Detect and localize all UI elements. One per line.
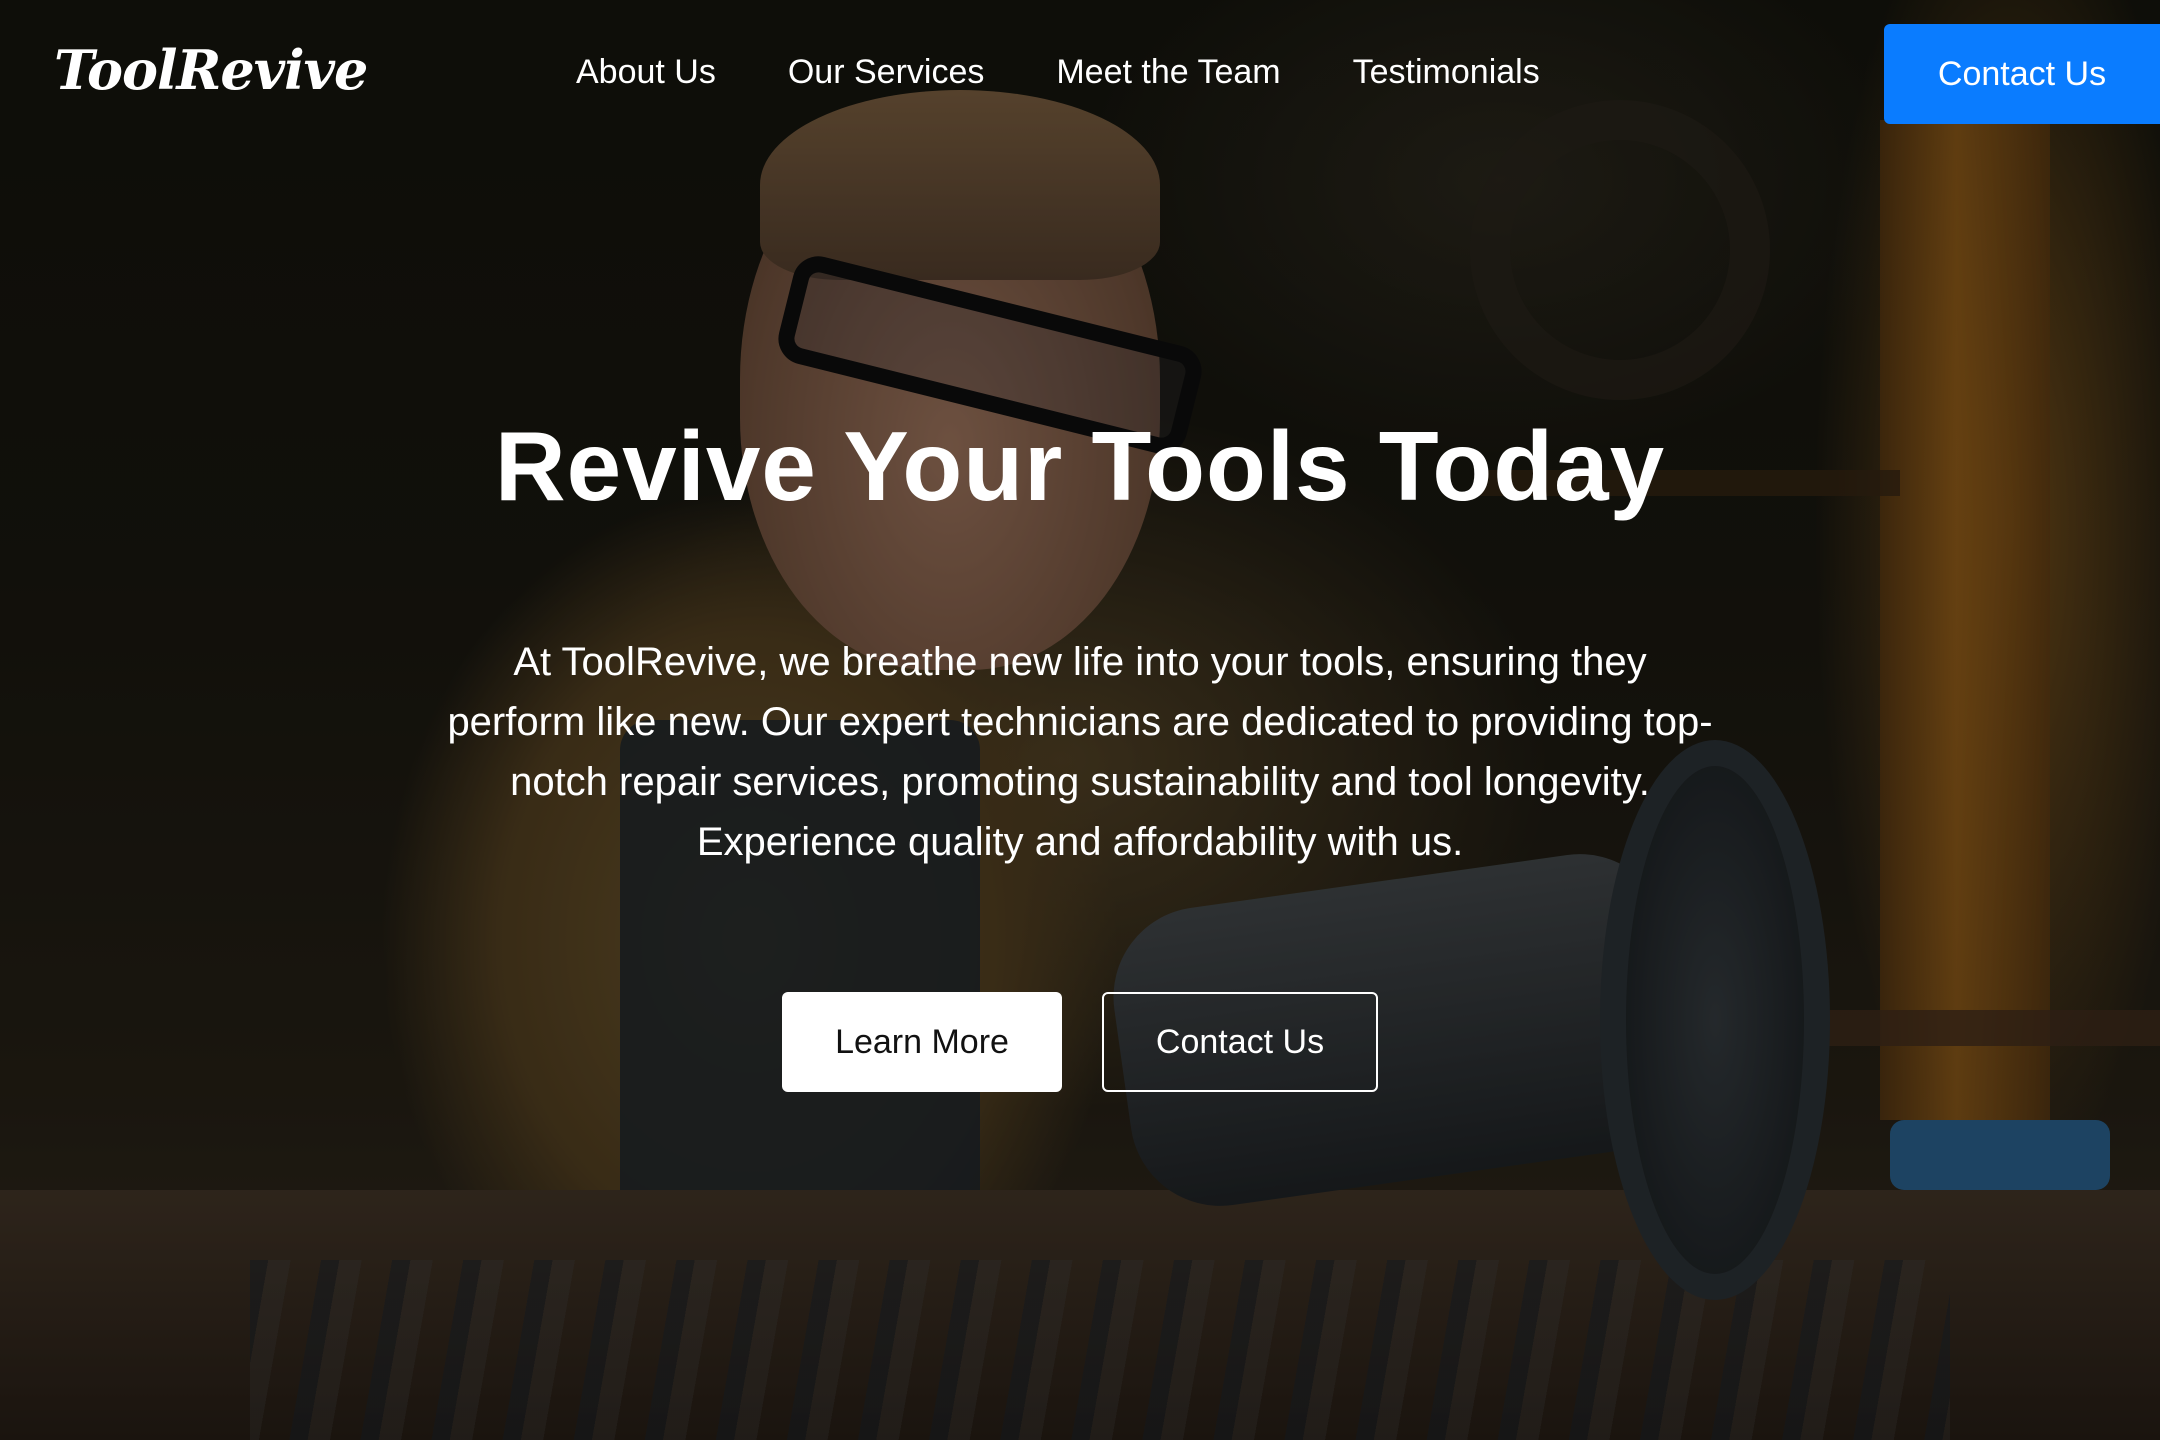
nav-contact-button[interactable]: Contact Us <box>1884 24 2160 124</box>
nav-link-about-us[interactable]: About Us <box>576 48 716 96</box>
hero-description: At ToolRevive, we breathe new life into … <box>447 640 1713 864</box>
nav-link-our-services[interactable]: Our Services <box>788 48 985 96</box>
nav-link-testimonials[interactable]: Testimonials <box>1353 48 1540 96</box>
hero-button-row: Learn More Contact Us <box>782 992 1378 1092</box>
brand-logo[interactable]: ToolRevive <box>54 38 368 102</box>
nav-link-meet-the-team[interactable]: Meet the Team <box>1056 48 1280 96</box>
nav-links: About Us Our Services Meet the Team Test… <box>576 48 1612 96</box>
top-navigation: ToolRevive About Us Our Services Meet th… <box>0 0 2160 146</box>
hero-title: Revive Your Tools Today <box>494 411 1666 521</box>
learn-more-button[interactable]: Learn More <box>782 992 1062 1092</box>
hero-contact-button[interactable]: Contact Us <box>1102 992 1378 1092</box>
